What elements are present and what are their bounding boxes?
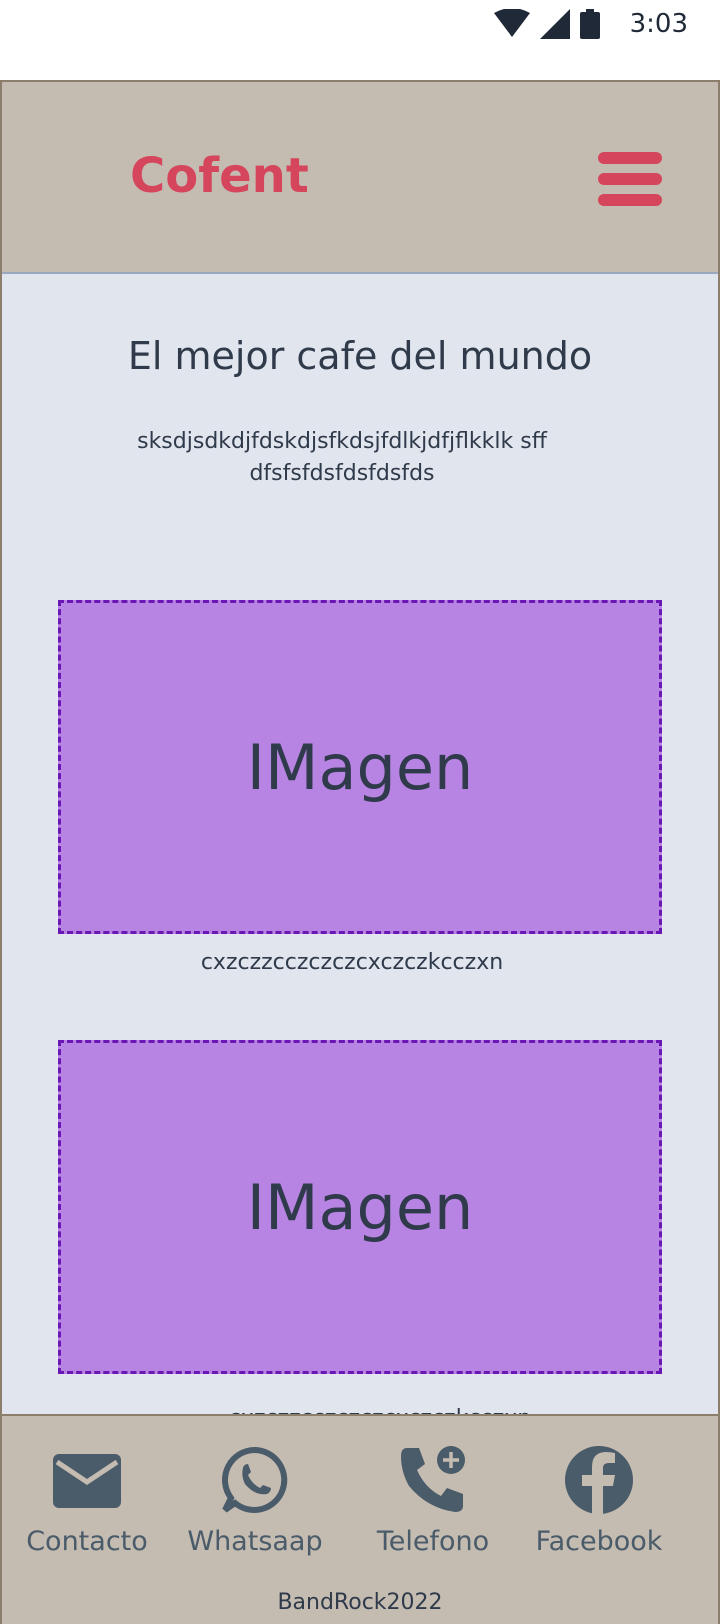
image-caption: cxzczzcczczczcxczczkcczxn	[200, 950, 504, 975]
image-placeholder: IMagen	[58, 1040, 662, 1374]
footer-item-label: Facebook	[535, 1526, 663, 1557]
facebook-icon	[565, 1446, 633, 1516]
wifi-icon	[493, 9, 530, 37]
footer: Contacto Whatsaap Telefono Facebook Band…	[2, 1414, 718, 1624]
footer-item-whatsapp[interactable]: Whatsaap	[170, 1444, 340, 1557]
whatsapp-icon	[222, 1446, 288, 1513]
footer-item-contacto[interactable]: Contacto	[2, 1444, 172, 1557]
signal-icon	[539, 9, 570, 39]
brand-logo[interactable]: Cofent	[130, 148, 309, 204]
intro-text: sksdjsdkdjfdskdjsfkdsjfdlkjdfjflkklk sff…	[137, 429, 547, 486]
phone-add-icon	[401, 1446, 465, 1512]
header: Cofent	[2, 82, 718, 274]
page-title: El mejor cafe del mundo	[127, 334, 593, 378]
footer-item-facebook[interactable]: Facebook	[514, 1444, 684, 1557]
status-icons: 3:03	[493, 6, 688, 42]
status-bar: 3:03	[0, 0, 720, 80]
battery-icon	[579, 9, 600, 39]
main-content: El mejor cafe del mundo sksdjsdkdjfdskdj…	[2, 274, 718, 1431]
footer-item-label: Contacto	[26, 1526, 148, 1557]
image-placeholder-label: IMagen	[246, 1170, 474, 1244]
image-placeholder-label: IMagen	[246, 730, 474, 804]
footer-item-telefono[interactable]: Telefono	[348, 1444, 518, 1557]
image-placeholder: IMagen	[58, 600, 662, 934]
footer-item-label: Telefono	[376, 1526, 490, 1557]
footer-item-label: Whatsaap	[187, 1526, 323, 1557]
copyright: BandRock2022	[277, 1590, 443, 1615]
hamburger-menu-icon[interactable]	[598, 152, 666, 208]
app-frame: Cofent El mejor cafe del mundo sksdjsdkd…	[0, 80, 720, 1624]
mail-icon	[53, 1454, 121, 1508]
status-time: 3:03	[629, 9, 688, 39]
